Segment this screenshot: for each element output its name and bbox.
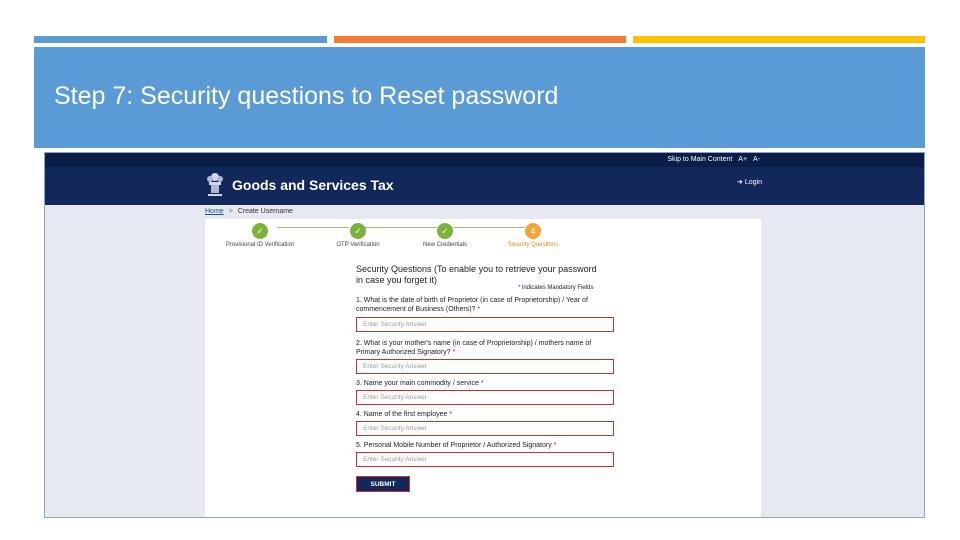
required-marker: * xyxy=(553,442,557,449)
question-text: 1. What is the date of birth of Propriet… xyxy=(356,297,588,313)
question-3-label: 3. Name your main commodity / service * xyxy=(356,379,616,388)
step-otp-verification: ✓ OTP Verification xyxy=(308,223,408,248)
font-decrease-button[interactable]: A- xyxy=(753,156,760,163)
slide-title: Step 7: Security questions to Reset pass… xyxy=(54,82,559,110)
login-label: Login xyxy=(744,179,762,186)
question-2-label: 2. What is your mother's name (in case o… xyxy=(356,339,616,357)
slide-title-band: Step 7: Security questions to Reset pass… xyxy=(34,47,925,148)
step-label: Provisional ID Verification xyxy=(225,242,295,248)
step-number: 4 xyxy=(525,223,541,239)
question-1-label: 1. What is the date of birth of Propriet… xyxy=(356,296,616,314)
step-security-questions: 4 Security Questions xyxy=(483,223,583,248)
step-label: OTP Verification xyxy=(336,242,380,248)
required-marker: * xyxy=(518,285,521,291)
accent-bar-blue xyxy=(34,36,327,43)
check-icon: ✓ xyxy=(437,223,453,239)
security-answer-2-input[interactable] xyxy=(356,359,614,374)
question-text: 3. Name your main commodity / service xyxy=(356,380,479,387)
step-label: Security Questions xyxy=(507,242,559,248)
form-title: Security Questions (To enable you to ret… xyxy=(356,264,597,285)
question-text: 4. Name of the first employee xyxy=(356,411,448,418)
required-marker: * xyxy=(480,380,484,387)
form-card: ✓ Provisional ID Verification ✓ OTP Veri… xyxy=(205,219,761,517)
font-increase-button[interactable]: A+ xyxy=(738,156,747,163)
security-answer-4-input[interactable] xyxy=(356,421,614,436)
step-label: New Credentials xyxy=(422,242,468,248)
security-answer-1-input[interactable] xyxy=(356,317,614,332)
step-provisional-id: ✓ Provisional ID Verification xyxy=(210,223,310,248)
login-link[interactable]: ➜ Login xyxy=(737,178,762,186)
security-answer-3-input[interactable] xyxy=(356,390,614,405)
accent-bar-orange xyxy=(334,36,626,43)
breadcrumb-current: Create Username xyxy=(237,208,293,215)
utility-links: Skip to Main Content A+ A- xyxy=(663,156,760,163)
login-icon: ➜ xyxy=(737,179,743,186)
question-text: 2. What is your mother's name (in case o… xyxy=(356,340,592,356)
security-answer-5-input[interactable] xyxy=(356,452,614,467)
gst-portal-screenshot: Skip to Main Content A+ A- Goods and Ser… xyxy=(44,152,925,518)
breadcrumb-home-link[interactable]: Home xyxy=(205,208,224,215)
skip-to-main-link[interactable]: Skip to Main Content xyxy=(667,156,732,163)
question-5-label: 5. Personal Mobile Number of Proprietor … xyxy=(356,441,616,450)
check-icon: ✓ xyxy=(252,223,268,239)
required-marker: * xyxy=(452,349,456,356)
check-icon: ✓ xyxy=(350,223,366,239)
breadcrumb-separator: > xyxy=(228,208,233,215)
breadcrumb: Home > Create Username xyxy=(205,208,293,215)
national-emblem-icon xyxy=(207,173,223,196)
question-4-label: 4. Name of the first employee * xyxy=(356,410,616,419)
required-marker: * xyxy=(477,306,481,313)
utility-bar: Skip to Main Content A+ A- xyxy=(45,153,924,167)
submit-button[interactable]: SUBMIT xyxy=(356,476,410,492)
site-header: Goods and Services Tax ➜ Login xyxy=(45,167,924,205)
accent-bar-yellow xyxy=(633,36,925,43)
mandatory-note: * indicates Mandatory Fields xyxy=(518,285,593,291)
question-text: 5. Personal Mobile Number of Proprietor … xyxy=(356,442,552,449)
mandatory-note-text: indicates Mandatory Fields xyxy=(522,285,594,291)
step-new-credentials: ✓ New Credentials xyxy=(395,223,495,248)
site-title: Goods and Services Tax xyxy=(232,177,394,193)
required-marker: * xyxy=(449,411,453,418)
